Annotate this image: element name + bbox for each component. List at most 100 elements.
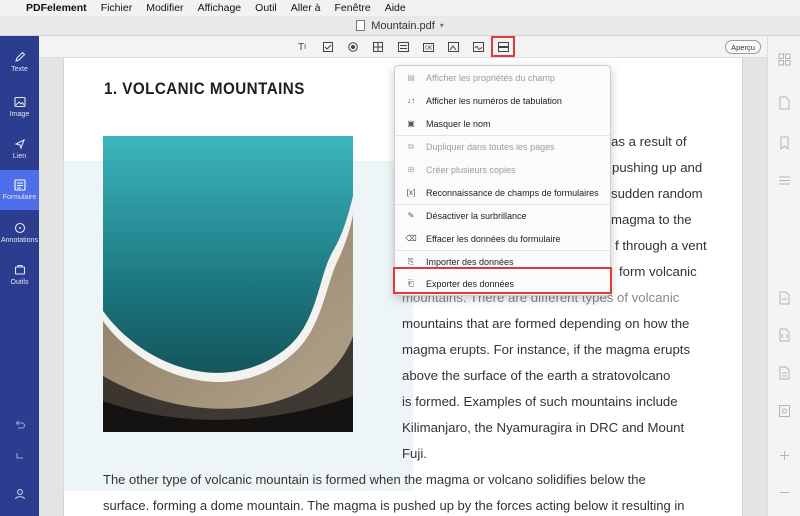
- sidebar-item-label: Texte: [11, 66, 28, 73]
- menu-aller[interactable]: Aller à: [291, 2, 321, 14]
- body-text-line: f through a vent: [615, 238, 707, 253]
- menu-bar: PDFelement Fichier Modifier Affichage Ou…: [0, 0, 800, 16]
- properties-icon: ▤: [407, 73, 415, 82]
- menu-item-label: Afficher les numéros de tabulation: [426, 95, 562, 106]
- text-field-icon[interactable]: TI: [295, 40, 309, 54]
- sidebar-item-lien[interactable]: Lien: [0, 129, 39, 169]
- menu-item-label: Afficher les propriétés du champ: [426, 72, 555, 83]
- body-text-line: pushing up and: [612, 160, 703, 175]
- sidebar-item-label: Image: [9, 111, 30, 118]
- body-text-line: Kilimanjaro, the Nyamuragira in DRC and …: [402, 420, 685, 435]
- sidebar-item-outils[interactable]: Outils: [0, 255, 39, 295]
- document-icon: [356, 20, 366, 31]
- highlighter-icon: ✎: [407, 211, 415, 220]
- sidebar-item-label: Lien: [12, 153, 27, 160]
- hide-name-icon: ▣: [407, 119, 415, 128]
- menu-item-form-recognition[interactable]: [x] Reconnaissance de champs de formulai…: [395, 181, 610, 204]
- body-text-line: Fuji.: [402, 446, 427, 461]
- bookmark-icon[interactable]: [778, 136, 791, 150]
- undo-icon[interactable]: [0, 420, 39, 430]
- sidebar-item-label: Formulaire: [2, 194, 37, 201]
- thumbnails-icon[interactable]: [778, 53, 791, 67]
- form-toolbar: TI OK Aperçu: [39, 36, 767, 58]
- body-text-line: magma to the: [611, 212, 692, 227]
- zoom-out-icon[interactable]: [778, 486, 791, 500]
- form-options-menu: ▤ Afficher les propriétés du champ ↓↑ Af…: [393, 65, 612, 296]
- body-text-line: as a result of: [611, 134, 687, 149]
- menu-app[interactable]: PDFelement: [26, 2, 87, 14]
- body-text-line: The other type of volcanic mountain is f…: [103, 472, 646, 487]
- menu-affichage[interactable]: Affichage: [198, 2, 242, 14]
- button-field-icon[interactable]: OK: [421, 40, 435, 54]
- body-text-line: is formed. Examples of such mountains in…: [402, 394, 678, 409]
- copies-icon: ⊞: [407, 165, 415, 174]
- lake-photo: [103, 136, 353, 432]
- menu-item-hide-name[interactable]: ▣ Masquer le nom: [395, 112, 610, 135]
- menu-item-label: Masquer le nom: [426, 118, 491, 129]
- highlight-box: [491, 36, 515, 57]
- menu-item-multiple-copies[interactable]: ⊞ Créer plusieurs copies: [395, 158, 610, 181]
- body-text-line: magma erupts. For instance, if the magma…: [402, 342, 691, 357]
- menu-item-label: Effacer les données du formulaire: [426, 233, 561, 244]
- menu-item-label: Désactiver la surbrillance: [426, 210, 527, 221]
- body-text-line: form volcanic: [619, 264, 697, 279]
- zoom-in-icon[interactable]: [778, 449, 791, 463]
- list-box-icon[interactable]: [396, 40, 410, 54]
- image-icon: [13, 96, 26, 108]
- menu-item-label: Reconnaissance de champs de formulaires: [426, 187, 599, 198]
- recognition-icon: [x]: [406, 188, 416, 197]
- menu-item-label: Importer des données: [426, 256, 514, 267]
- left-sidebar: Texte Image Lien Formulaire Annotations …: [0, 36, 39, 516]
- body-text-line: above the surface of the earth a stratov…: [402, 368, 671, 383]
- menu-item-field-properties[interactable]: ▤ Afficher les propriétés du champ: [395, 66, 610, 89]
- combo-box-icon[interactable]: [371, 40, 385, 54]
- list-icon[interactable]: [778, 174, 791, 188]
- preview-button[interactable]: Aperçu: [725, 40, 761, 54]
- menu-item-disable-highlight[interactable]: ✎ Désactiver la surbrillance: [395, 204, 610, 227]
- export-highlight-box: [393, 267, 612, 294]
- window-title[interactable]: Mountain.pdf: [371, 20, 435, 32]
- menu-item-duplicate-pages[interactable]: ⧉ Dupliquer dans toutes les pages: [395, 135, 610, 158]
- file-icon[interactable]: [778, 291, 791, 305]
- image-file-icon[interactable]: [778, 404, 791, 418]
- body-text-line: surface. forming a dome mountain. The ma…: [103, 498, 685, 513]
- account-icon[interactable]: [0, 488, 39, 500]
- link-icon: [13, 138, 25, 150]
- import-icon: ⎘: [407, 256, 415, 266]
- comment-icon: [14, 222, 25, 234]
- pencil-icon: [14, 51, 25, 62]
- menu-item-label: Créer plusieurs copies: [426, 164, 516, 175]
- sort-icon: ↓↑: [407, 96, 415, 105]
- sidebar-item-label: Outils: [10, 279, 29, 286]
- menu-item-clear-form[interactable]: ⌫ Effacer les données du formulaire: [395, 227, 610, 250]
- menu-modifier[interactable]: Modifier: [146, 2, 183, 14]
- chevron-down-icon[interactable]: ▾: [440, 21, 444, 30]
- svg-text:OK: OK: [425, 45, 433, 51]
- menu-item-tab-numbers[interactable]: ↓↑ Afficher les numéros de tabulation: [395, 89, 610, 112]
- page-icon[interactable]: [778, 96, 791, 110]
- menu-fichier[interactable]: Fichier: [101, 2, 133, 14]
- eraser-icon: ⌫: [405, 234, 417, 243]
- sidebar-item-formulaire[interactable]: Formulaire: [0, 170, 39, 210]
- sidebar-item-texte[interactable]: Texte: [0, 42, 39, 82]
- body-text-line: mountains that are formed depending on h…: [402, 316, 690, 331]
- signature-field-icon[interactable]: [471, 40, 485, 54]
- image-field-icon[interactable]: [446, 40, 460, 54]
- right-panel: [767, 36, 800, 516]
- form-icon: [13, 179, 26, 191]
- page-heading: 1. VOLCANIC MOUNTAINS: [104, 80, 305, 98]
- checkbox-icon[interactable]: [321, 40, 335, 54]
- sidebar-item-label: Annotations: [1, 237, 38, 244]
- text-file-icon[interactable]: [778, 366, 791, 380]
- menu-aide[interactable]: Aide: [385, 2, 406, 14]
- menu-fenetre[interactable]: Fenêtre: [335, 2, 371, 14]
- menu-outil[interactable]: Outil: [255, 2, 277, 14]
- sidebar-item-image[interactable]: Image: [0, 87, 39, 127]
- body-text-line: sudden random: [611, 186, 703, 201]
- code-file-icon[interactable]: [778, 328, 791, 342]
- title-bar: Mountain.pdf ▾: [0, 16, 800, 36]
- redo-icon[interactable]: [0, 451, 39, 461]
- radio-button-icon[interactable]: [346, 40, 360, 54]
- sidebar-item-annotations[interactable]: Annotations: [0, 213, 39, 253]
- tools-icon: [14, 265, 25, 275]
